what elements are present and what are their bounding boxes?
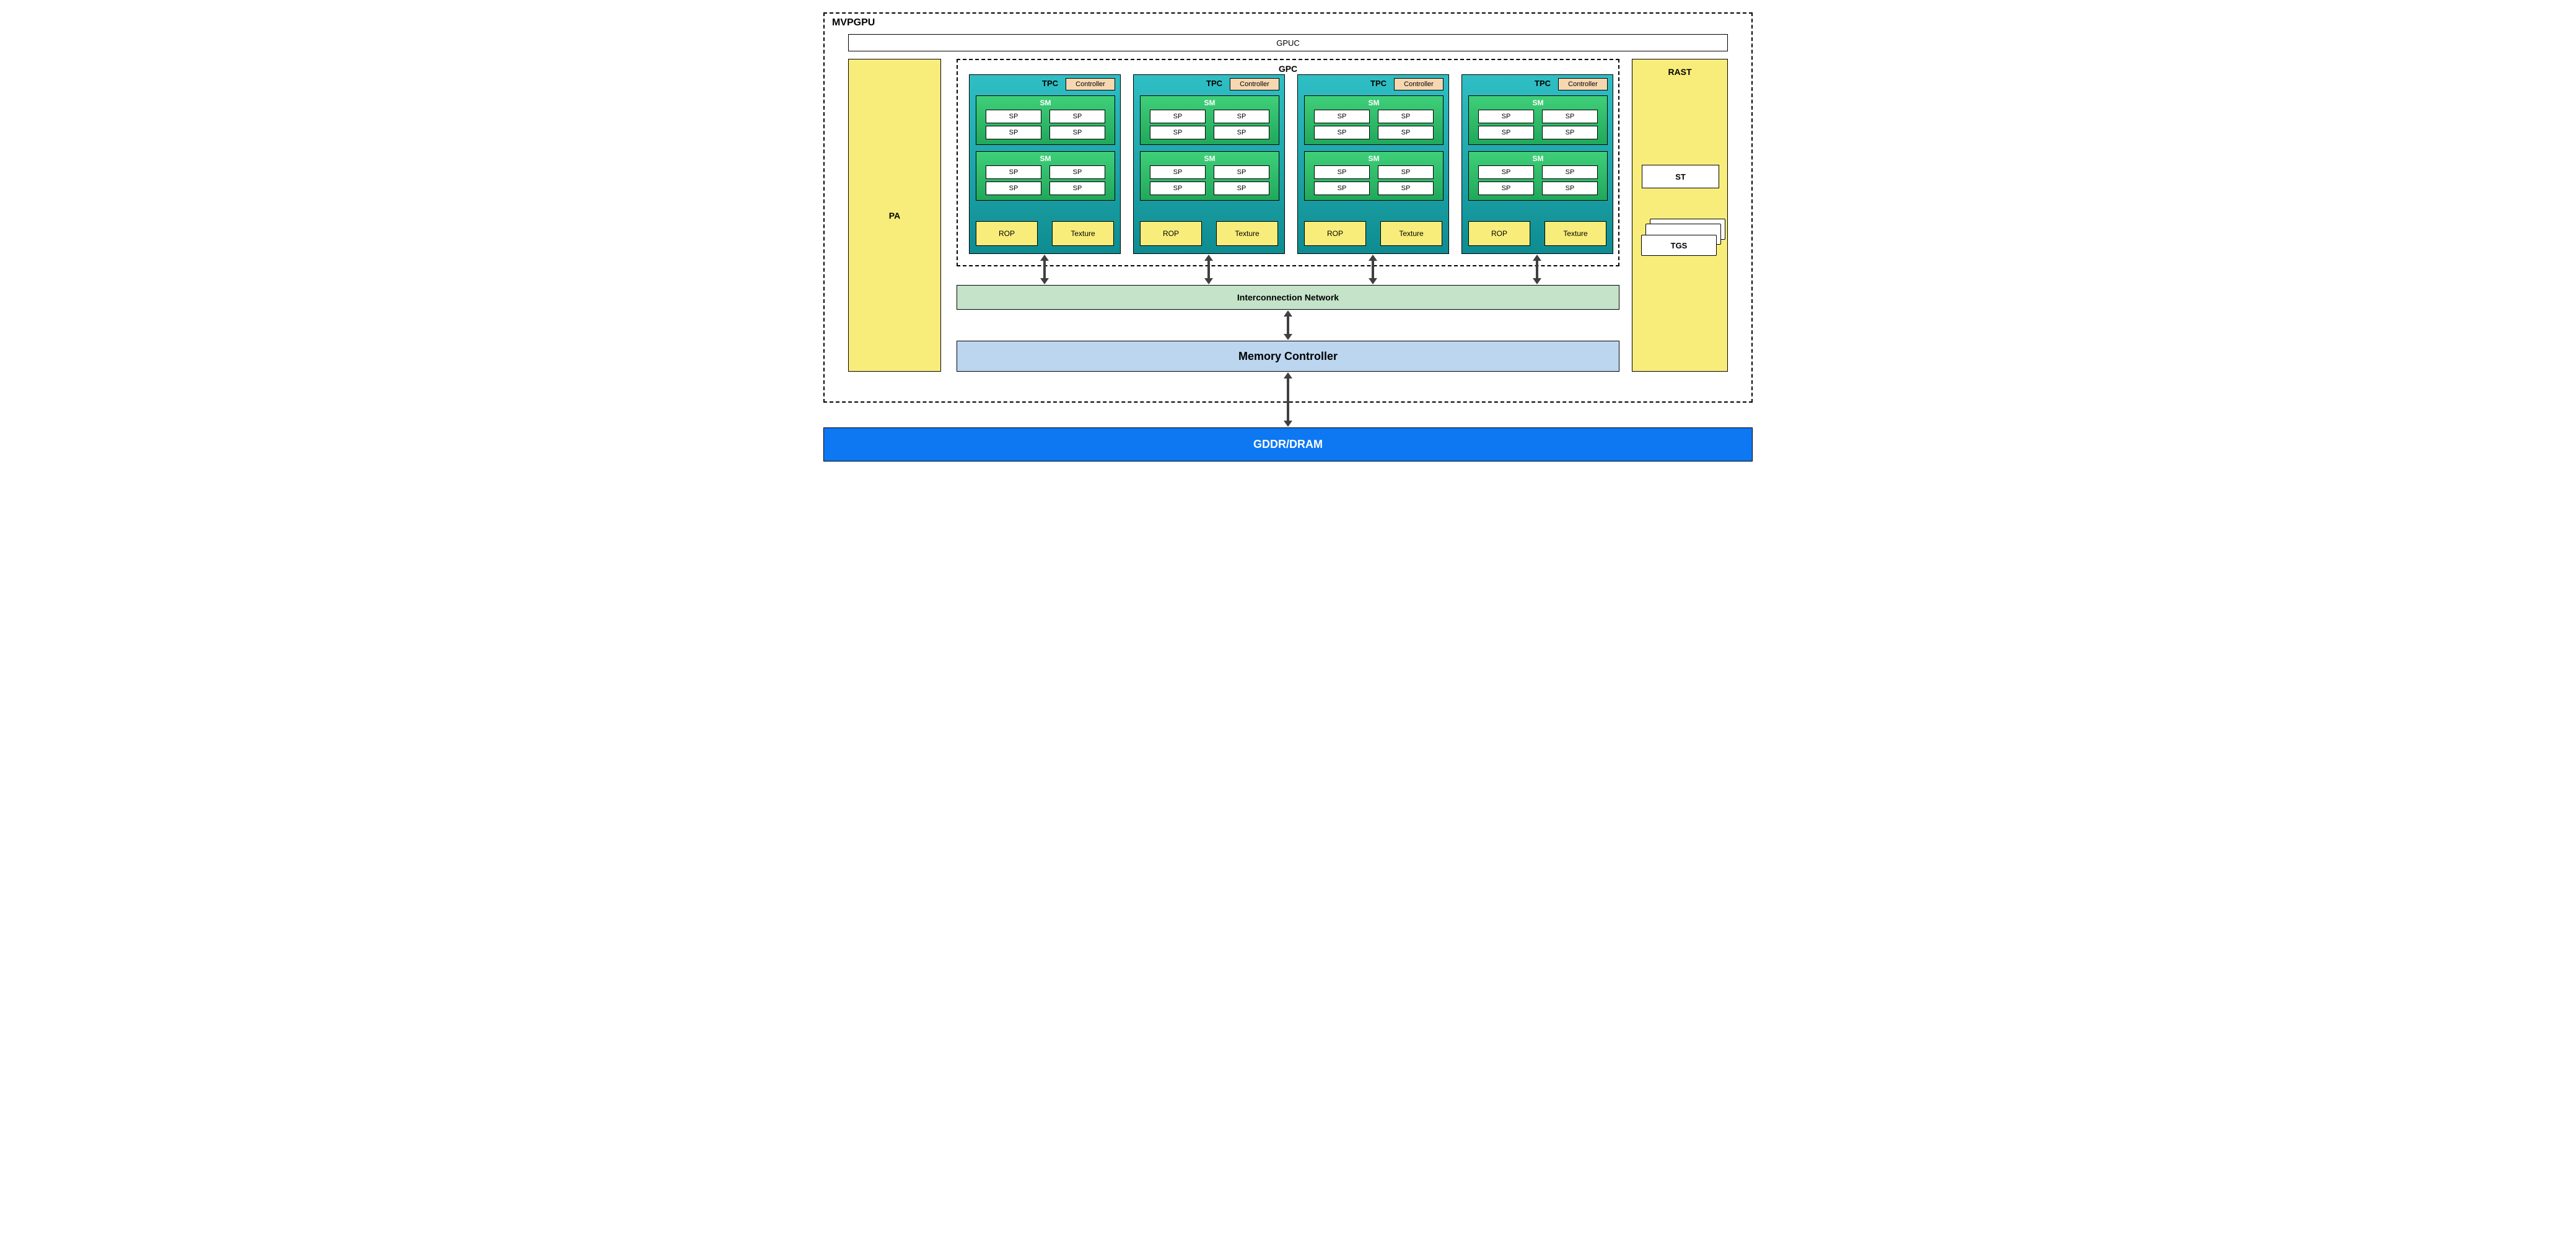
tpc-0-sm-0-label: SM — [1040, 98, 1051, 107]
tpc-3-label: TPC — [1535, 79, 1551, 88]
gpuc-label: GPUC — [1276, 38, 1300, 48]
sp: SP — [1314, 165, 1370, 179]
sp: SP — [1049, 182, 1105, 195]
sp: SP — [986, 126, 1041, 139]
tpc-3: TPC Controller SM SP SP SP SP SM SP SP S… — [1461, 74, 1613, 254]
tpc-2-label: TPC — [1370, 79, 1387, 88]
tpc-1-label: TPC — [1206, 79, 1222, 88]
tpc-1-sm-0: SM SP SP SP SP — [1140, 95, 1279, 145]
tpc-1-rop: ROP — [1140, 221, 1202, 246]
sp: SP — [1214, 182, 1269, 195]
sp: SP — [1378, 126, 1434, 139]
rast-st-label: ST — [1675, 172, 1686, 182]
sp: SP — [986, 182, 1041, 195]
sp: SP — [1049, 126, 1105, 139]
tpc-0-sm-0: SM SP SP SP SP — [976, 95, 1115, 145]
sp: SP — [1150, 126, 1206, 139]
tpc-0-label: TPC — [1042, 79, 1058, 88]
gpc-label: GPC — [1279, 64, 1297, 74]
sp: SP — [986, 165, 1041, 179]
tpc-2-rop: ROP — [1304, 221, 1366, 246]
sp: SP — [1542, 126, 1598, 139]
tpc-1-sm-1: SM SP SP SP SP — [1140, 151, 1279, 201]
tpc-0-rop: ROP — [976, 221, 1038, 246]
sp: SP — [1478, 110, 1534, 123]
dram-block: GDDR/DRAM — [823, 427, 1753, 462]
sp: SP — [1478, 165, 1534, 179]
sp: SP — [1378, 165, 1434, 179]
sp: SP — [1314, 182, 1370, 195]
tpc-3-sm-0: SM SP SP SP SP — [1468, 95, 1608, 145]
gpuc-block: GPUC — [848, 34, 1728, 51]
sp: SP — [1214, 110, 1269, 123]
sp: SP — [1314, 126, 1370, 139]
pa-block: PA — [848, 59, 941, 372]
dram-label: GDDR/DRAM — [1253, 438, 1323, 451]
arrow-tpc0-interconnect — [1040, 255, 1049, 284]
arrow-interconnect-memctrl — [1284, 310, 1292, 340]
tpc-1-texture: Texture — [1216, 221, 1278, 246]
sp: SP — [1542, 165, 1598, 179]
tpc-2-sm-1: SM SP SP SP SP — [1304, 151, 1444, 201]
tpc-1-controller: Controller — [1230, 78, 1279, 90]
rast-st: ST — [1642, 165, 1719, 188]
arrow-tpc2-interconnect — [1369, 255, 1377, 284]
memctrl-label: Memory Controller — [1238, 350, 1338, 363]
sp: SP — [1214, 165, 1269, 179]
arrow-tpc3-interconnect — [1533, 255, 1541, 284]
rast-tgs-label: TGS — [1671, 241, 1688, 250]
sp: SP — [1150, 182, 1206, 195]
tpc-2: TPC Controller SM SP SP SP SP SM SP SP S… — [1297, 74, 1449, 254]
tpc-0-texture: Texture — [1052, 221, 1114, 246]
mvpgpu-label: MVPGPU — [832, 17, 875, 28]
tpc-0-sm-1-label: SM — [1040, 154, 1051, 163]
tpc-0: TPC Controller SM SP SP SP SP SM SP SP S… — [969, 74, 1121, 254]
sp: SP — [1542, 182, 1598, 195]
sp: SP — [1478, 182, 1534, 195]
tpc-3-sm-1: SM SP SP SP SP — [1468, 151, 1608, 201]
sp: SP — [1314, 110, 1370, 123]
diagram-canvas: MVPGPU GPUC PA RAST ST ... TGS GPC TPC C… — [817, 12, 1759, 471]
tpc-2-controller: Controller — [1394, 78, 1444, 90]
tpc-3-rop: ROP — [1468, 221, 1530, 246]
sp: SP — [1214, 126, 1269, 139]
arrow-tpc1-interconnect — [1204, 255, 1213, 284]
interconnect-block: Interconnection Network — [957, 285, 1619, 310]
sp: SP — [1150, 110, 1206, 123]
sp: SP — [1049, 110, 1105, 123]
sp: SP — [986, 110, 1041, 123]
tpc-0-controller: Controller — [1066, 78, 1115, 90]
sp: SP — [1378, 182, 1434, 195]
interconnect-label: Interconnection Network — [1237, 292, 1339, 302]
rast-label: RAST — [1668, 67, 1691, 77]
sp: SP — [1542, 110, 1598, 123]
tpc-2-texture: Texture — [1380, 221, 1442, 246]
sp: SP — [1478, 126, 1534, 139]
memctrl-block: Memory Controller — [957, 341, 1619, 372]
rast-tgs-card-front: TGS — [1641, 235, 1717, 256]
pa-label: PA — [889, 211, 900, 221]
rast-block: RAST ST ... TGS — [1632, 59, 1728, 372]
tpc-3-texture: Texture — [1544, 221, 1606, 246]
tpc-0-sm-1: SM SP SP SP SP — [976, 151, 1115, 201]
tpc-3-controller: Controller — [1558, 78, 1608, 90]
tpc-2-sm-0: SM SP SP SP SP — [1304, 95, 1444, 145]
sp: SP — [1049, 165, 1105, 179]
sp: SP — [1378, 110, 1434, 123]
tpc-1: TPC Controller SM SP SP SP SP SM SP SP S… — [1133, 74, 1285, 254]
arrow-memctrl-dram — [1284, 372, 1292, 427]
sp: SP — [1150, 165, 1206, 179]
